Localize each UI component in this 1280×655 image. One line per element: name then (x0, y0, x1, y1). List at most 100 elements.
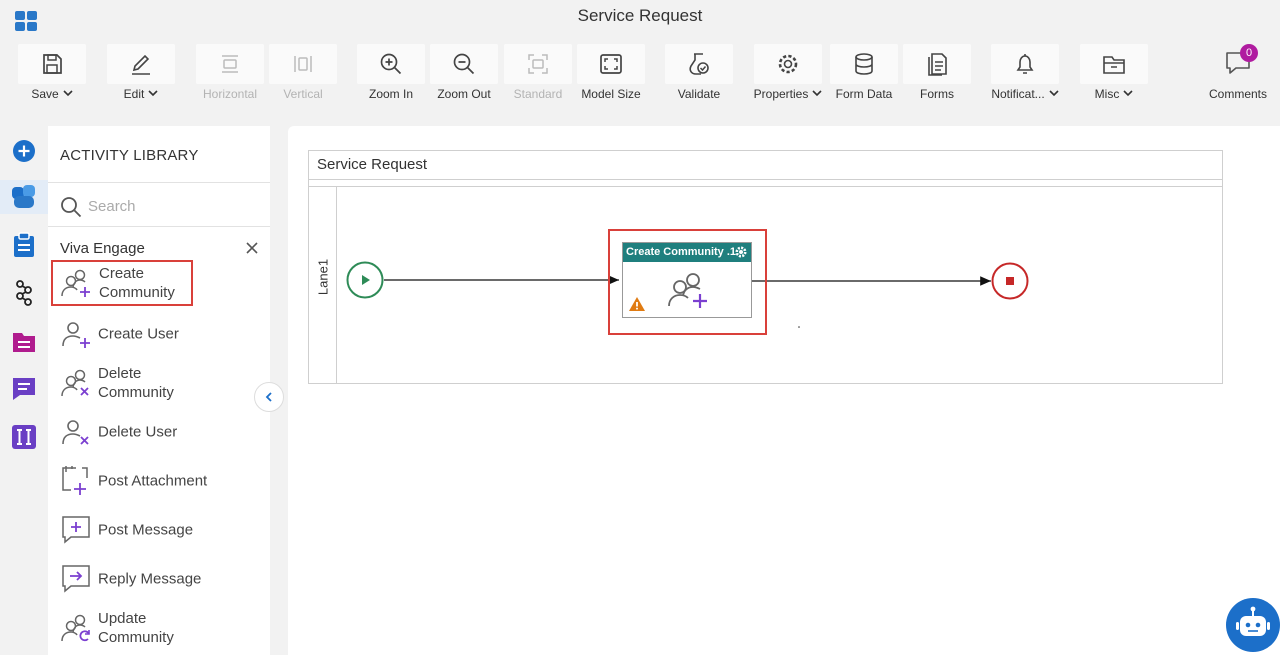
close-icon[interactable] (244, 240, 260, 256)
comments-button[interactable]: 0 Comments (1205, 44, 1271, 104)
library-item-post-attachment[interactable]: Post Attachment (56, 458, 256, 504)
toolbar-button-label: Model Size (581, 87, 641, 101)
library-item-label: Post Attachment (98, 472, 208, 490)
collapse-panel-button[interactable] (254, 382, 284, 412)
library-item-label: Reply Message (98, 570, 202, 588)
pool-separator (309, 186, 1222, 187)
toolbar-button-vertical[interactable]: Vertical (269, 44, 337, 106)
zoom-out-icon (453, 53, 475, 75)
chevron-left-icon (265, 392, 272, 402)
toolbar-icon-box (1080, 44, 1148, 84)
bell-icon (1016, 54, 1034, 74)
chevron-down-icon (148, 90, 158, 97)
library-item-delete-community[interactable]: Delete Community (56, 360, 256, 406)
save-icon (43, 54, 62, 74)
folder-icon (1103, 56, 1125, 74)
library-divider (48, 182, 270, 183)
library-item-label: Delete Community (98, 365, 174, 401)
rail-workflow-button[interactable] (7, 276, 41, 310)
start-event[interactable] (346, 261, 384, 299)
toolbar: Save Edit Horizontal Vertical Zoom In Zoom Ou… (0, 34, 1280, 106)
toolbar-button-label: Form Data (835, 87, 893, 101)
pencil-icon (132, 54, 150, 75)
library-item-post-message[interactable]: Post Message (56, 507, 256, 553)
stop-icon (1006, 277, 1014, 285)
toolbar-button-validate[interactable]: Validate (665, 44, 733, 106)
library-item-create-user[interactable]: Create User (56, 311, 256, 357)
toolbar-button-label: Properties (748, 87, 828, 101)
rail-app-builder-button[interactable] (0, 180, 48, 214)
gear-icon[interactable] (734, 245, 748, 259)
reply-message-icon (62, 565, 90, 593)
toolbar-button-form-data[interactable]: Form Data (830, 44, 898, 106)
toolbar-button-standard[interactable]: Standard (504, 44, 572, 106)
toolbar-button-label: Horizontal (202, 87, 258, 101)
toolbar-button-label: Validate (677, 87, 721, 101)
toolbar-button-forms[interactable]: Forms (903, 44, 971, 106)
toolbar-button-properties[interactable]: Properties (754, 44, 822, 106)
chevron-down-icon (1123, 90, 1133, 97)
rail-clipboard-button[interactable] (7, 228, 41, 262)
update-community-icon (61, 614, 90, 642)
library-item-label: Post Message (98, 521, 194, 539)
toolbar-icon-box (830, 44, 898, 84)
workflow-icon (16, 280, 32, 306)
toolbar-button-notificat[interactable]: Notificat... (991, 44, 1059, 106)
toolbar-button-save[interactable]: Save (18, 44, 86, 106)
rail-document-button[interactable] (7, 325, 41, 359)
page-title: Service Request (577, 6, 703, 25)
library-title: ACTIVITY LIBRARY (60, 147, 199, 164)
rail-text-field-button[interactable] (7, 420, 41, 454)
library-item-label: Update Community (98, 610, 174, 646)
toolbar-button-label: Misc (1074, 87, 1154, 101)
toolbar-button-misc[interactable]: Misc (1080, 44, 1148, 106)
search-icon (61, 197, 82, 218)
lane-header[interactable]: Lane1 (309, 187, 337, 384)
toolbar-icon-box (357, 44, 425, 84)
create-community-task[interactable]: Create Community .1 (622, 242, 752, 318)
create-community-icon (61, 269, 90, 297)
toolbar-button-model-size[interactable]: Model Size (577, 44, 645, 106)
library-item-update-community[interactable]: Update Community (56, 605, 256, 651)
comments-count-badge: 0 (1240, 44, 1258, 62)
chatbot-button[interactable] (1226, 598, 1280, 655)
activity-library-panel: ACTIVITY LIBRARY Viva Engage Create Comm… (48, 126, 270, 655)
chevron-down-icon (812, 90, 822, 97)
library-item-reply-message[interactable]: Reply Message (56, 556, 256, 602)
rail-add-button[interactable] (7, 134, 41, 168)
toolbar-button-label: Notificat... (985, 87, 1065, 101)
clipboard-icon (14, 232, 34, 257)
toolbar-button-zoom-in[interactable]: Zoom In (357, 44, 425, 106)
horizontal-icon (222, 55, 238, 73)
toolbar-icon-box (18, 44, 86, 84)
create-community-icon (668, 273, 707, 308)
toolbar-button-horizontal[interactable]: Horizontal (196, 44, 264, 106)
create-user-icon (62, 322, 90, 348)
process-canvas[interactable]: Service Request Lane1 Create Community .… (288, 126, 1280, 655)
library-search-input[interactable] (88, 194, 258, 218)
app-builder-icon (12, 185, 35, 208)
left-rail (0, 126, 48, 655)
chevron-down-icon (1049, 90, 1059, 97)
gear-icon (778, 54, 798, 74)
post-attachment-icon (62, 466, 88, 495)
library-item-label: Create User (98, 325, 179, 343)
delete-user-icon (62, 420, 89, 445)
zoom-in-icon (380, 53, 402, 75)
toolbar-button-edit[interactable]: Edit (107, 44, 175, 106)
chevron-down-icon (63, 90, 73, 97)
search-divider (48, 226, 270, 227)
library-item-create-community[interactable]: Create Community (51, 260, 193, 306)
task-title: Create Community .1 (623, 243, 751, 262)
toolbar-button-label: Save (12, 87, 92, 101)
toolbar-icon-box (107, 44, 175, 84)
database-icon (855, 53, 873, 75)
library-item-delete-user[interactable]: Delete User (56, 409, 256, 455)
toolbar-button-zoom-out[interactable]: Zoom Out (430, 44, 498, 106)
toolbar-icon-box (903, 44, 971, 84)
rail-message-button[interactable] (7, 372, 41, 406)
end-event[interactable] (991, 262, 1029, 300)
pool-title: Service Request (309, 151, 1222, 180)
library-item-label: Delete User (98, 423, 178, 441)
post-message-icon (62, 516, 90, 544)
